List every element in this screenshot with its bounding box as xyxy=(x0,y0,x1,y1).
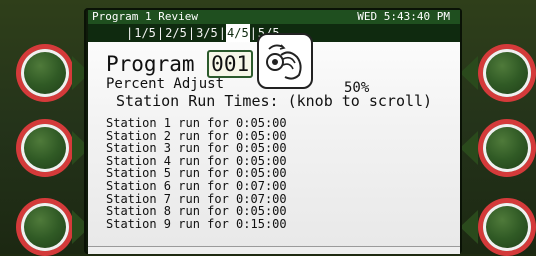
screen-title: Program 1 Review xyxy=(92,10,198,23)
list-item: Station 1 run for 0:05:00 xyxy=(106,116,287,130)
percent-adjust-label: Percent Adjust xyxy=(106,76,225,92)
program-label: Program xyxy=(106,52,195,76)
tab-page-3[interactable]: 3/5 xyxy=(195,24,219,42)
tab-page-2[interactable]: 2/5 xyxy=(164,24,188,42)
right-arrow-1-icon xyxy=(460,56,478,90)
clock-readout: WED 5:43:40 PM xyxy=(357,10,450,23)
knob-turn-icon xyxy=(257,33,313,89)
right-soft-button-1[interactable] xyxy=(478,44,536,102)
right-soft-button-3[interactable] xyxy=(478,198,536,256)
list-item: Station 8 run for 0:05:00 xyxy=(106,204,287,219)
program-heading: Program 001 xyxy=(106,50,254,78)
run-times-heading: Station Run Times: (knob to scroll) xyxy=(116,92,433,110)
left-soft-button-3[interactable] xyxy=(16,198,74,256)
right-arrow-3-icon xyxy=(460,210,478,244)
program-number-field[interactable]: 001 xyxy=(207,50,254,78)
screen-footer xyxy=(88,246,460,254)
tab-page-1[interactable]: 1/5 xyxy=(133,24,157,42)
station-list: Station 1 run for 0:05:00 Station 2 run … xyxy=(106,117,287,230)
controller-panel: Program 1 Review WED 5:43:40 PM | 1/5 | … xyxy=(0,0,536,256)
status-bar: Program 1 Review WED 5:43:40 PM xyxy=(88,10,460,24)
left-soft-button-2[interactable] xyxy=(16,119,74,177)
left-soft-button-1[interactable] xyxy=(16,44,74,102)
tab-page-4[interactable]: 4/5 xyxy=(226,24,250,42)
list-item: Station 6 run for 0:07:00 xyxy=(106,178,287,193)
right-arrow-2-icon xyxy=(460,131,478,165)
list-item: Station 9 run for 0:15:00 xyxy=(106,216,287,231)
right-soft-button-2[interactable] xyxy=(478,119,536,177)
list-item: Station 3 run for 0:05:00 xyxy=(106,141,287,156)
